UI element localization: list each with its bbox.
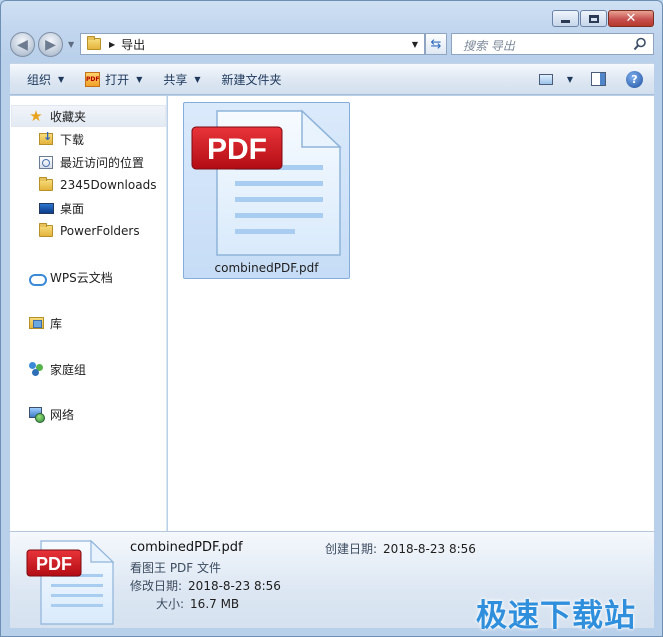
details-size-label: 大小: xyxy=(156,597,185,611)
sidebar-item-label: 下载 xyxy=(60,132,85,147)
forward-button[interactable]: ▶ xyxy=(38,32,63,57)
sidebar-item-libraries[interactable]: 库 xyxy=(10,312,62,334)
cloud-icon xyxy=(28,269,47,286)
new-folder-label: 新建文件夹 xyxy=(221,72,282,87)
download-folder-icon xyxy=(38,130,54,147)
details-modified: 修改日期: 2018-8-23 8:56 xyxy=(130,577,281,594)
search-placeholder: 搜索 导出 xyxy=(463,39,515,53)
sidebar-item-wps-cloud[interactable]: WPS云文档 xyxy=(10,266,113,288)
folder-icon xyxy=(38,223,54,239)
sidebar-item-recent-places[interactable]: 最近访问的位置 xyxy=(10,151,144,173)
details-created-value: 2018-8-23 8:56 xyxy=(383,542,476,556)
breadcrumb-current[interactable]: 导出 xyxy=(121,36,145,53)
arrow-left-icon: ◀ xyxy=(17,36,28,53)
address-dropdown-icon[interactable]: ▼ xyxy=(412,40,418,49)
file-item[interactable]: PDF combinedPDF.pdf xyxy=(183,102,350,279)
sidebar-item-label: 最近访问的位置 xyxy=(60,155,145,170)
explorer-window: ✕ ◀ ▶ ▼ ▶ 导出 ▼ ⇆ 搜索 导出 组织 ▼ PDF 打开 ▼ 共享 … xyxy=(0,0,663,637)
details-size-value: 16.7 MB xyxy=(190,597,240,611)
library-icon xyxy=(28,315,44,331)
address-bar[interactable]: ▶ 导出 ▼ xyxy=(80,33,425,55)
sidebar-item-favorites[interactable]: ★ 收藏夹 xyxy=(11,105,166,127)
minimize-button[interactable] xyxy=(552,10,579,27)
star-icon: ★ xyxy=(29,106,43,125)
sidebar-item-label: PowerFolders xyxy=(60,224,140,238)
sidebar-item-powerfolders[interactable]: PowerFolders xyxy=(10,220,140,242)
arrow-right-icon: ▶ xyxy=(45,36,56,53)
close-icon: ✕ xyxy=(625,11,637,26)
sidebar-item-label: 网络 xyxy=(50,407,75,422)
sidebar-item-2345downloads[interactable]: 2345Downloads xyxy=(10,174,156,196)
close-button[interactable]: ✕ xyxy=(608,10,654,27)
new-folder-button[interactable]: 新建文件夹 xyxy=(214,67,290,91)
details-file-type: 看图王 PDF 文件 xyxy=(130,561,222,575)
organize-label: 组织 xyxy=(27,72,52,87)
file-list: PDF combinedPDF.pdf xyxy=(168,96,654,531)
view-controls: ▼ ? xyxy=(538,64,654,94)
navigation-bar: ◀ ▶ ▼ ▶ 导出 ▼ ⇆ 搜索 导出 xyxy=(10,32,654,57)
folder-icon xyxy=(38,177,54,193)
navigation-pane: ★ 收藏夹 下载 最近访问的位置 2345Downloads 桌面 PowerF… xyxy=(10,96,167,531)
sidebar-item-desktop[interactable]: 桌面 xyxy=(10,197,84,219)
sidebar-item-homegroup[interactable]: 家庭组 xyxy=(10,358,86,380)
preview-pane-icon[interactable] xyxy=(591,72,606,86)
search-input[interactable]: 搜索 导出 xyxy=(451,33,654,55)
chevron-down-icon: ▼ xyxy=(194,74,201,84)
share-menu[interactable]: 共享 ▼ xyxy=(155,67,208,91)
homegroup-icon xyxy=(28,361,44,377)
recent-places-icon xyxy=(38,154,54,170)
change-view-icon[interactable] xyxy=(538,73,553,85)
details-created-label: 创建日期: xyxy=(325,542,378,556)
open-label: 打开 xyxy=(105,72,130,87)
maximize-button[interactable] xyxy=(580,10,607,27)
breadcrumb-separator-icon[interactable]: ▶ xyxy=(109,40,115,49)
back-button[interactable]: ◀ xyxy=(10,32,35,57)
sidebar-item-label: 桌面 xyxy=(60,201,85,216)
details-pane: PDF combinedPDF.pdf 看图王 PDF 文件 修改日期: 2018… xyxy=(10,531,654,634)
network-icon xyxy=(28,406,45,423)
file-name: combinedPDF.pdf xyxy=(214,261,319,275)
organize-menu[interactable]: 组织 ▼ xyxy=(19,67,72,91)
view-options-chevron-icon[interactable]: ▼ xyxy=(567,75,573,84)
details-modified-value: 2018-8-23 8:56 xyxy=(188,579,281,593)
pdf-icon-label: PDF xyxy=(207,133,267,166)
sidebar-item-network[interactable]: 网络 xyxy=(10,403,74,425)
folder-icon xyxy=(87,36,101,50)
sidebar-item-label: 2345Downloads xyxy=(60,178,157,192)
chevron-down-icon: ▼ xyxy=(58,74,65,84)
refresh-icon: ⇆ xyxy=(430,36,442,52)
minimize-icon xyxy=(561,20,570,23)
recent-pages-dropdown[interactable]: ▼ xyxy=(68,40,74,49)
help-icon[interactable]: ? xyxy=(626,70,643,88)
share-label: 共享 xyxy=(163,72,188,87)
open-menu[interactable]: PDF 打开 ▼ xyxy=(77,67,150,91)
pdf-icon-label: PDF xyxy=(36,554,72,574)
pdf-file-icon: PDF xyxy=(26,539,115,625)
chevron-down-icon: ▼ xyxy=(136,74,143,84)
maximize-icon xyxy=(588,14,599,23)
sidebar-item-label: 收藏夹 xyxy=(50,109,87,124)
sidebar-item-label: WPS云文档 xyxy=(50,270,113,285)
caption-buttons: ✕ xyxy=(551,10,654,27)
watermark-logo: 极速下载站 xyxy=(476,598,636,634)
sidebar-item-label: 家庭组 xyxy=(50,362,87,377)
search-icon[interactable] xyxy=(633,37,647,51)
details-size: 大小: 16.7 MB xyxy=(156,595,239,612)
details-modified-label: 修改日期: xyxy=(130,579,183,593)
sidebar-item-label: 库 xyxy=(50,316,63,331)
details-created: 创建日期: 2018-8-23 8:56 xyxy=(325,540,476,557)
pdf-file-icon: PDF xyxy=(191,109,342,256)
refresh-button[interactable]: ⇆ xyxy=(425,33,447,55)
command-bar: 组织 ▼ PDF 打开 ▼ 共享 ▼ 新建文件夹 ▼ ? xyxy=(10,63,654,95)
desktop-icon xyxy=(38,200,54,216)
pdf-viewer-icon: PDF xyxy=(85,71,101,87)
details-file-name: combinedPDF.pdf xyxy=(130,540,243,555)
sidebar-item-downloads[interactable]: 下载 xyxy=(10,128,84,150)
